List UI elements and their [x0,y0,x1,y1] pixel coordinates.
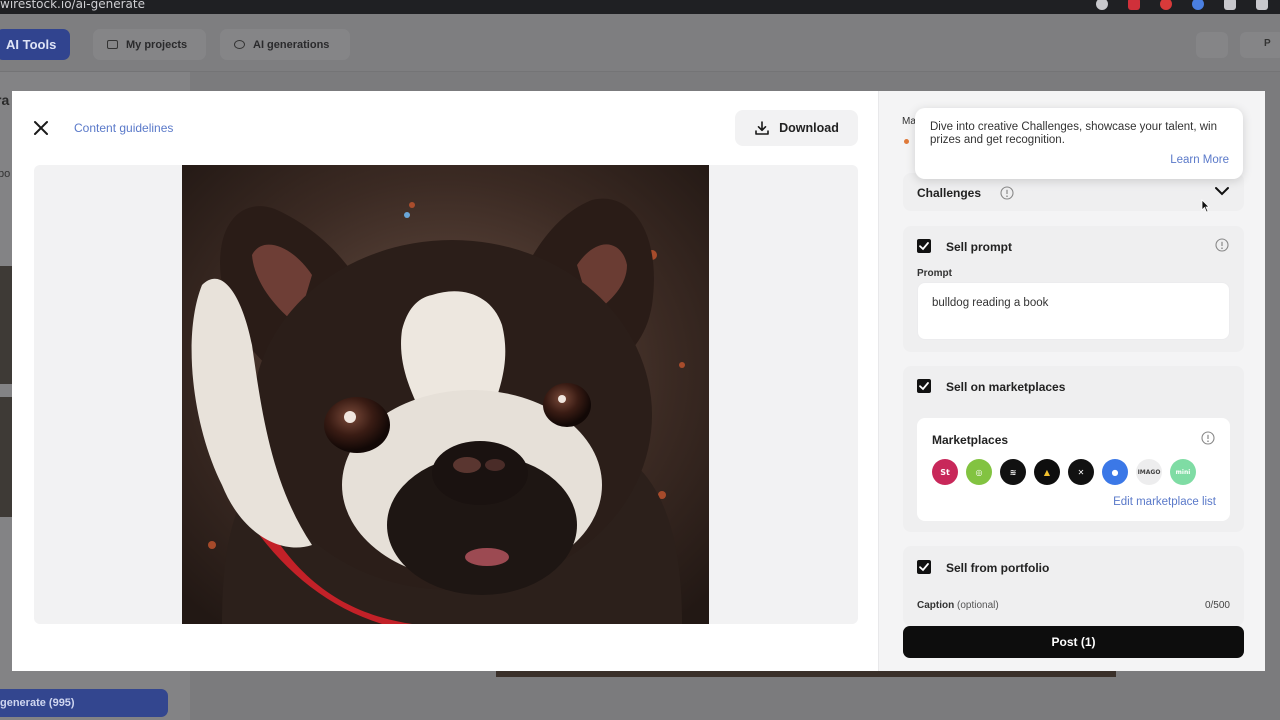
caption-optional-text: (optional) [957,600,999,611]
checkmark-icon [919,242,929,251]
generated-image [182,165,709,624]
download-button[interactable]: Download [735,110,858,146]
mini-icon[interactable]: mini [1170,459,1196,485]
x-icon[interactable]: ✕ [1068,459,1094,485]
caption-label-text: Caption [917,600,955,611]
download-label: Download [779,121,839,135]
chevron-down-icon[interactable] [1214,185,1230,197]
sell-prompt-title: Sell prompt [946,240,1013,254]
sell-on-marketplaces-section: Sell on marketplaces Marketplaces St ◎ ≋ ▲ ✕… [903,366,1244,532]
sell-prompt-checkbox[interactable] [917,239,931,253]
prompt-input[interactable]: bulldog reading a book [917,282,1230,340]
my-projects-label: My projects [126,38,188,51]
info-icon[interactable] [1215,238,1229,252]
marketplaces-box: Marketplaces St ◎ ≋ ▲ ✕ ● IMAGO mini Edit marke… [917,418,1230,521]
star-icon[interactable] [1096,0,1108,10]
checkmark-icon [919,563,929,572]
partial-label: Ma [902,116,916,127]
caption-char-count: 0/500 [1204,600,1230,611]
marketplaces-label: Marketplaces [932,433,1009,447]
sell-prompt-section: Sell prompt Prompt bulldog reading a boo… [903,226,1244,352]
my-projects-tab[interactable]: My projects [93,29,206,60]
info-icon[interactable] [1000,186,1014,200]
play-button-label: P [1264,38,1271,49]
top-navigation: AI Tools My projects AI generations P [0,14,1280,72]
generate-button[interactable]: generate (995) [0,689,168,717]
sidebar-title: ra [0,92,10,108]
dreamstime-icon[interactable]: ≋ [1000,459,1026,485]
shutterstock-icon[interactable]: St [932,459,958,485]
status-dot [904,139,909,144]
sidebar-text: bo [0,168,11,180]
history-icon [234,40,245,49]
background-image-edge [496,671,1116,677]
heart-icon[interactable] [1160,0,1172,10]
challenges-tooltip: Dive into creative Challenges, showcase … [915,108,1243,179]
caption-label: Caption (optional) [917,600,999,611]
sell-on-marketplaces-checkbox[interactable] [917,379,931,393]
ai-generations-label: AI generations [253,38,330,51]
close-icon [34,121,48,135]
folder-icon [107,40,118,49]
sidebar-toggle-icon[interactable] [1256,0,1268,10]
sell-from-portfolio-title: Sell from portfolio [946,561,1050,575]
post-button[interactable]: Post (1) [903,626,1244,658]
ai-generations-tab[interactable]: AI generations [220,29,350,60]
thumbnail[interactable] [0,397,12,517]
close-button[interactable] [30,117,52,139]
info-icon[interactable] [1201,431,1215,445]
ai-tools-button[interactable]: AI Tools [0,29,70,60]
url-text[interactable]: wirestock.io/ai-generate [0,0,145,11]
download-icon-button[interactable] [1196,32,1228,58]
tooltip-text: Dive into creative Challenges, showcase … [930,121,1218,146]
profile-icon[interactable] [1192,0,1204,10]
123rf-icon[interactable]: ▲ [1034,459,1060,485]
mouse-cursor-icon [1201,199,1210,213]
content-guidelines-link[interactable]: Content guidelines [74,121,173,135]
edit-marketplace-list-link[interactable]: Edit marketplace list [1113,496,1216,508]
image-preview-panel [34,165,858,624]
play-button[interactable]: P [1240,32,1280,58]
extension-icon[interactable] [1128,0,1140,10]
browser-address-bar: wirestock.io/ai-generate [0,0,1280,14]
challenges-title: Challenges [917,186,982,200]
download-icon [755,121,769,135]
thumbnail[interactable] [0,266,12,384]
puzzle-icon[interactable] [1224,0,1236,10]
learn-more-link[interactable]: Learn More [1170,154,1229,166]
browser-extension-icons [1096,0,1268,10]
sell-on-marketplaces-title: Sell on marketplaces [946,380,1066,394]
reddit-icon[interactable]: ● [1102,459,1128,485]
sell-from-portfolio-checkbox[interactable] [917,560,931,574]
freepik-icon[interactable]: ◎ [966,459,992,485]
marketplace-icons: St ◎ ≋ ▲ ✕ ● IMAGO mini [932,459,1196,485]
imago-icon[interactable]: IMAGO [1136,459,1162,485]
prompt-label: Prompt [917,268,952,279]
checkmark-icon [919,382,929,391]
sell-from-portfolio-section: Sell from portfolio Caption (optional) 0… [903,546,1244,626]
